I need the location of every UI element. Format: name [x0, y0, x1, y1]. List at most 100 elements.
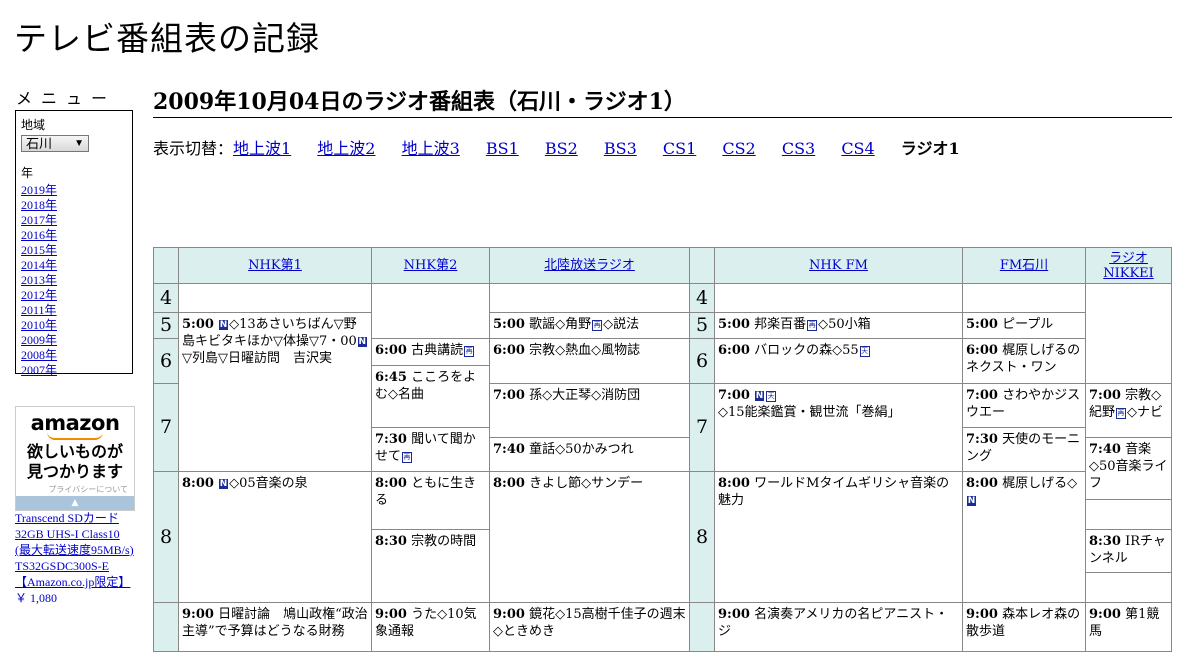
site-title: テレビ番組表の記録 [14, 19, 320, 58]
hour-label: 4 [689, 283, 715, 313]
program-empty [1085, 499, 1172, 530]
ad-product-link[interactable]: Transcend SDカード 32GB UHS-I Class10 (最大転送… [15, 511, 134, 589]
amazon-ad-banner[interactable]: amazon 欲しいものが 見つかります プライバシーについて ▲ [15, 406, 135, 511]
program-fm-0900[interactable]: 9:00 名演奏アメリカの名ピアニスト・ジ [714, 602, 963, 652]
program-mro-0500[interactable]: 5:00 歌謡◇角野再 ◇説法 [489, 312, 690, 339]
news-icon: N [755, 391, 765, 401]
year-link-2009[interactable]: 2009年 [21, 333, 57, 347]
program-fmi-0500[interactable]: 5:00 ピープル [962, 312, 1086, 339]
page-heading: 2009年10月04日のラジオ番組表（石川・ラジオ1） [153, 84, 1172, 118]
year-link-2010[interactable]: 2010年 [21, 318, 57, 332]
chevron-up-icon: ▲ [71, 498, 79, 508]
rebroadcast-icon: 再 [592, 320, 603, 331]
program-nhk2-0730[interactable]: 7:30 聞いて聞かせて再 [371, 427, 490, 472]
rebroadcast-icon: 再 [464, 346, 475, 357]
switch-link-bs1[interactable]: BS1 [486, 139, 519, 158]
channel-header: ラジオNIKKEI [1085, 247, 1172, 284]
program-nk-0700[interactable]: 7:00 宗教◇紀野再 ◇ナビ [1085, 383, 1172, 438]
switch-link-cs3[interactable]: CS3 [782, 139, 815, 158]
region-label: 地域 [21, 118, 46, 132]
hour-label: 7 [153, 383, 179, 472]
program-fm-0700[interactable]: 7:00 N 天◇15能楽鑑賞・観世流「巻絹」 [714, 383, 963, 472]
channel-header: NHK FM [714, 247, 963, 284]
year-link-2017[interactable]: 2017年 [21, 213, 57, 227]
hour-label: 5 [689, 312, 715, 339]
hour-label: 4 [153, 283, 179, 313]
ad-product: Transcend SDカード 32GB UHS-I Class10 (最大転送… [15, 510, 137, 606]
program-nhk1-0900[interactable]: 9:00 日曜討論 鳩山政権“政治主導”で予算はどうなる財務 [178, 602, 372, 652]
program-nhk2-0900[interactable]: 9:00 うた◇10気象通報 [371, 602, 490, 652]
program-empty [962, 283, 1086, 313]
year-link-2016[interactable]: 2016年 [21, 228, 57, 242]
program-mro-0700[interactable]: 7:00 孫◇大正琴◇消防団 [489, 383, 690, 438]
year-link-2013[interactable]: 2013年 [21, 273, 57, 287]
ad-tagline-1: 欲しいものが [26, 442, 123, 461]
program-mro-0800[interactable]: 8:00 きよし節◇サンデー [489, 471, 690, 603]
program-nk-0830[interactable]: 8:30 IRチャンネル [1085, 529, 1172, 573]
switch-link-terrestrial-3[interactable]: 地上波3 [402, 139, 460, 158]
hour-label: 8 [689, 471, 715, 603]
news-icon: N [967, 496, 976, 506]
channel-link-nhk1[interactable]: NHK第1 [248, 258, 302, 273]
program-empty [489, 283, 690, 313]
switch-link-terrestrial-2[interactable]: 地上波2 [317, 139, 375, 158]
year-link-2008[interactable]: 2008年 [21, 348, 57, 362]
program-fmi-0600[interactable]: 6:00 梶原しげるのネクスト・ワン [962, 338, 1086, 384]
program-fm-0600[interactable]: 6:00 バロックの森◇55 天 [714, 338, 963, 384]
program-nhk1-0500[interactable]: 5:00 N ◇13あさいちばん▽野島キビタキほか▽体操▽7・00 N▽列島▽日曜訪… [178, 312, 372, 472]
channel-link-radio-nikkei[interactable]: ラジオNIKKEI [1089, 251, 1168, 281]
program-nk-0900[interactable]: 9:00 第1競馬 [1085, 602, 1172, 652]
year-link-2015[interactable]: 2015年 [21, 243, 57, 257]
hour-label: 7 [689, 383, 715, 472]
year-link-2019[interactable]: 2019年 [21, 183, 57, 197]
channel-link-nhkfm[interactable]: NHK FM [809, 258, 868, 273]
switch-current-radio1: ラジオ1 [900, 139, 960, 158]
view-switcher-label: 表示切替： [153, 139, 234, 158]
news-icon: N [219, 479, 229, 489]
channel-link-mro[interactable]: 北陸放送ラジオ [544, 258, 635, 273]
switch-link-bs3[interactable]: BS3 [604, 139, 637, 158]
program-empty [178, 283, 372, 313]
switch-link-bs2[interactable]: BS2 [545, 139, 578, 158]
menu-box: 地域 石川 ▼ 年 2019年 2018年 2017年 2016年 2015年 … [15, 110, 133, 377]
program-nhk1-0800[interactable]: 8:00 N ◇05音楽の泉 [178, 471, 372, 603]
region-select[interactable]: 石川 ▼ [21, 135, 89, 152]
program-empty [371, 283, 490, 339]
chevron-down-icon: ▼ [74, 138, 84, 149]
year-link-2014[interactable]: 2014年 [21, 258, 57, 272]
program-fmi-0800[interactable]: 8:00 梶原しげる◇N [962, 471, 1086, 603]
header-corner-mid [689, 247, 715, 284]
year-link-2012[interactable]: 2012年 [21, 288, 57, 302]
switch-link-cs4[interactable]: CS4 [841, 139, 874, 158]
channel-header: NHK第2 [371, 247, 490, 284]
switch-link-terrestrial-1[interactable]: 地上波1 [233, 139, 291, 158]
program-fmi-0730[interactable]: 7:30 天使のモーニング [962, 427, 1086, 472]
program-fm-0500[interactable]: 5:00 邦楽百番再 ◇50小箱 [714, 312, 963, 339]
year-label: 年 [21, 166, 34, 180]
program-nhk2-0830[interactable]: 8:30 宗教の時間 [371, 529, 490, 603]
program-nhk2-0800[interactable]: 8:00 ともに生きる [371, 471, 490, 530]
weather-icon: 天 [766, 391, 777, 402]
year-link-2018[interactable]: 2018年 [21, 198, 57, 212]
switch-link-cs1[interactable]: CS1 [663, 139, 696, 158]
program-nhk2-0645[interactable]: 6:45 こころをよむ◇名曲 [371, 365, 490, 428]
channel-link-nhk2[interactable]: NHK第2 [404, 258, 458, 273]
program-fmi-0900[interactable]: 9:00 森本レオ森の散歩道 [962, 602, 1086, 652]
program-fmi-0700[interactable]: 7:00 さわやかジスウエー [962, 383, 1086, 428]
program-nhk2-0600[interactable]: 6:00 古典講読再 [371, 338, 490, 366]
year-link-2011[interactable]: 2011年 [21, 303, 57, 317]
program-empty [1085, 572, 1172, 603]
program-mro-0740[interactable]: 7:40 童話◇50かみつれ [489, 437, 690, 472]
switch-link-cs2[interactable]: CS2 [722, 139, 755, 158]
ad-privacy-link[interactable]: プライバシーについて [16, 484, 134, 495]
year-link-2007[interactable]: 2007年 [21, 363, 57, 377]
program-nk-0740[interactable]: 7:40 音楽◇50音楽ライフ [1085, 437, 1172, 500]
program-mro-0600[interactable]: 6:00 宗教◇熱血◇風物誌 [489, 338, 690, 384]
program-fm-0800[interactable]: 8:00 ワールドMタイムギリシャ音楽の魅力 [714, 471, 963, 603]
channel-link-fm-ishikawa[interactable]: FM石川 [1000, 258, 1048, 273]
hour-label: 5 [153, 312, 179, 339]
program-mro-0900[interactable]: 9:00 鏡花◇15高樹千佳子の週末◇ときめき [489, 602, 690, 652]
program-empty [714, 283, 963, 313]
region-select-value: 石川 [26, 136, 53, 151]
ad-expand-bar[interactable]: ▲ [16, 496, 134, 510]
